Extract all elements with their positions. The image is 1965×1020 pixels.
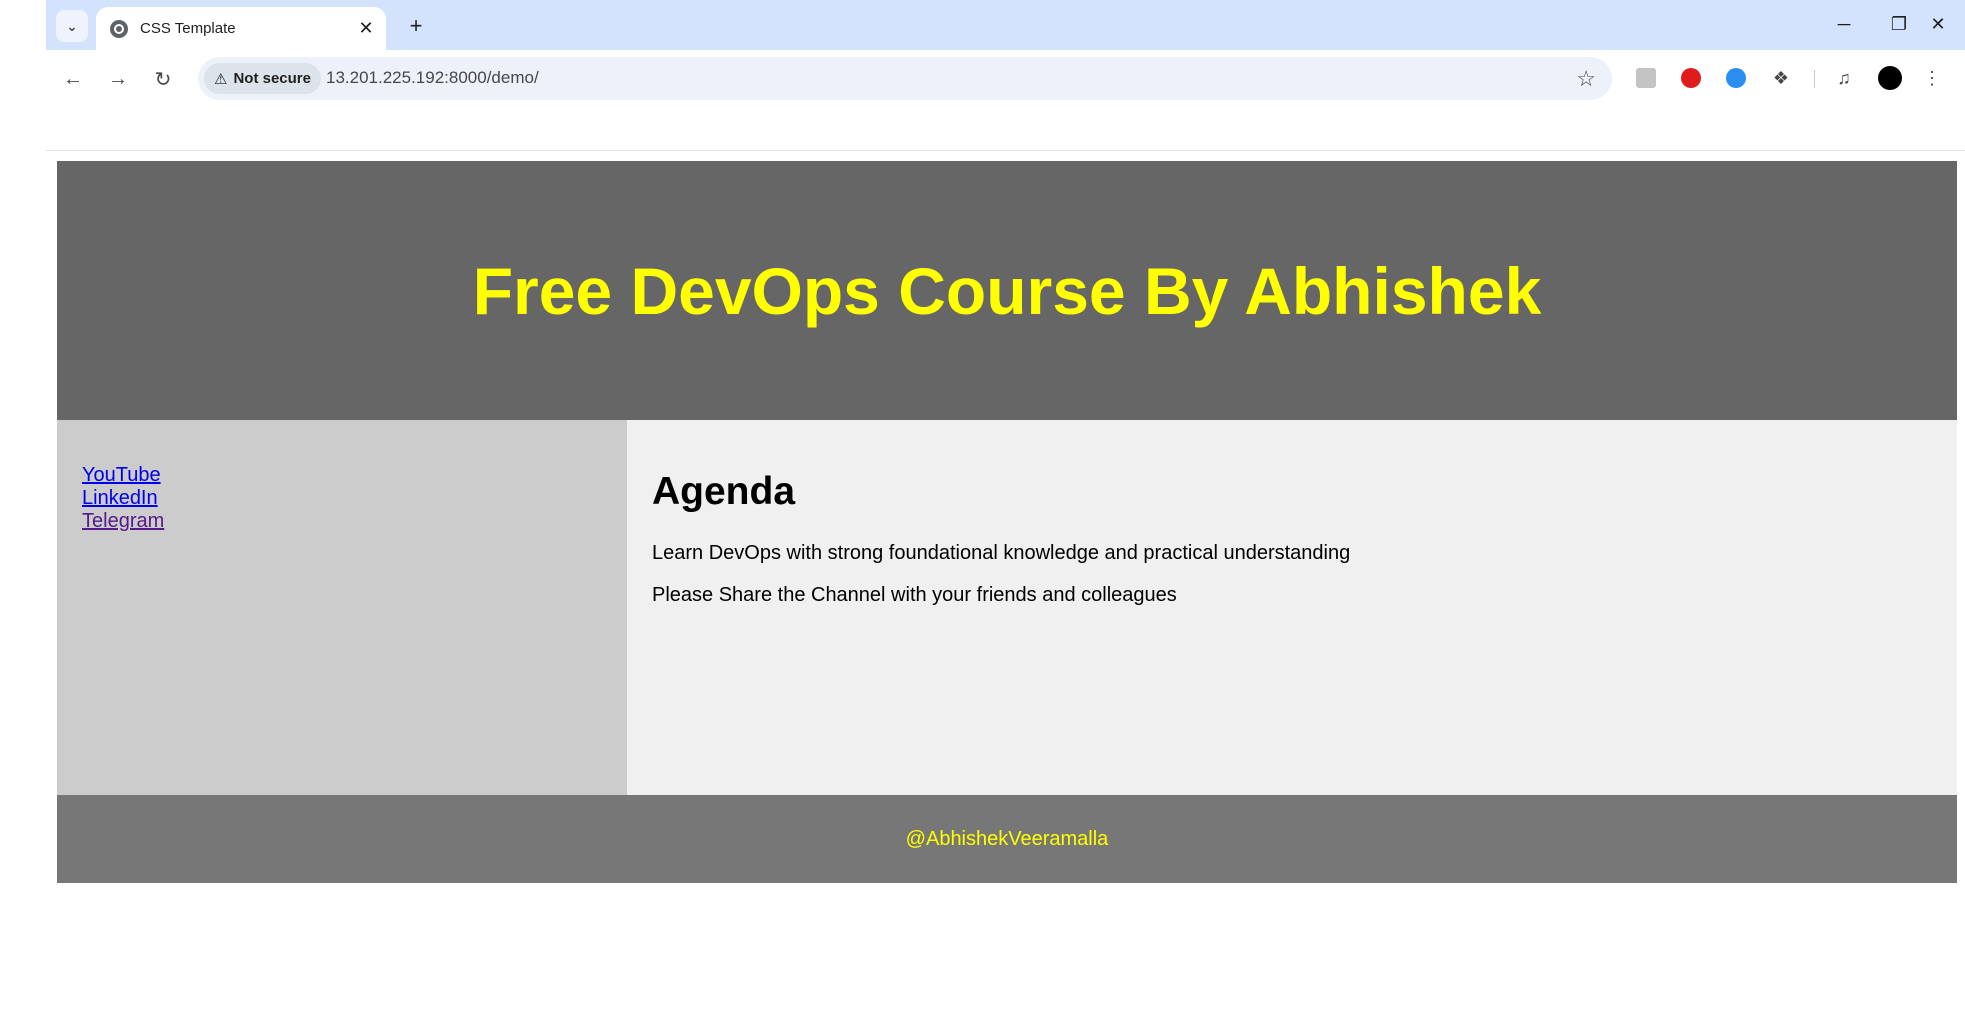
- browser-toolbar: ← → ↻ ⚠ Not secure 13.201.225.192:8000/d…: [46, 50, 1965, 108]
- extension-icon-red[interactable]: [1677, 64, 1705, 92]
- extensions-puzzle-icon[interactable]: ❖: [1767, 64, 1795, 92]
- address-bar[interactable]: ⚠ Not secure 13.201.225.192:8000/demo/ ☆: [198, 57, 1612, 100]
- extension-icon-gray[interactable]: [1632, 64, 1660, 92]
- media-controls-icon[interactable]: ♫: [1830, 64, 1858, 92]
- telegram-link[interactable]: Telegram: [82, 510, 602, 533]
- new-tab-plus-icon[interactable]: +: [400, 10, 432, 42]
- toolbar-divider: [46, 150, 1965, 151]
- globe-icon: [110, 19, 128, 38]
- page-header: Free DevOps Course By Abhishek: [57, 161, 1957, 420]
- extension-icon-blue[interactable]: [1722, 64, 1750, 92]
- browser-window: ⌄ CSS Template ✕ + ─ ❐ ✕ ← → ↻ ⚠ Not sec…: [46, 0, 1965, 153]
- linkedin-link[interactable]: LinkedIn: [82, 487, 602, 510]
- close-tab-icon[interactable]: ✕: [352, 18, 380, 39]
- profile-avatar[interactable]: [1876, 64, 1904, 92]
- footer-handle: @AbhishekVeeramalla: [905, 827, 1109, 850]
- reload-icon[interactable]: ↻: [146, 62, 180, 96]
- url-text[interactable]: 13.201.225.192:8000/demo/: [326, 68, 539, 88]
- agenda-paragraph-1: Learn DevOps with strong foundational kn…: [652, 542, 1351, 564]
- main-section: YouTube LinkedIn Telegram Agenda Learn D…: [57, 420, 1957, 795]
- minimize-icon[interactable]: ─: [1824, 8, 1864, 40]
- tab-title: CSS Template: [140, 20, 236, 37]
- toolbar-separator: [1814, 70, 1815, 88]
- tab-search-chevron-icon[interactable]: ⌄: [56, 10, 88, 42]
- close-window-icon[interactable]: ✕: [1918, 8, 1958, 40]
- kebab-menu-icon[interactable]: ⋮: [1918, 64, 1946, 92]
- page-title: Free DevOps Course By Abhishek: [472, 253, 1542, 328]
- agenda-heading: Agenda: [652, 470, 796, 513]
- page-footer: @AbhishekVeeramalla: [57, 795, 1957, 883]
- page-body: Free DevOps Course By Abhishek YouTube L…: [57, 161, 1957, 883]
- back-arrow-icon[interactable]: ←: [56, 62, 90, 96]
- tab-css-template[interactable]: CSS Template ✕: [96, 7, 386, 50]
- forward-arrow-icon[interactable]: →: [101, 62, 135, 96]
- sidebar-nav: YouTube LinkedIn Telegram: [57, 420, 627, 795]
- warning-triangle-icon: ⚠: [214, 70, 228, 88]
- content-article: Agenda Learn DevOps with strong foundati…: [627, 420, 1957, 795]
- restore-icon[interactable]: ❐: [1879, 8, 1919, 40]
- tab-strip: ⌄ CSS Template ✕ + ─ ❐ ✕: [46, 0, 1965, 50]
- bookmark-star-icon[interactable]: ☆: [1576, 66, 1596, 92]
- agenda-paragraph-2: Please Share the Channel with your frien…: [652, 584, 1177, 606]
- security-label: Not secure: [233, 70, 311, 87]
- youtube-link[interactable]: YouTube: [82, 464, 602, 487]
- site-info-chip[interactable]: ⚠ Not secure: [204, 63, 321, 94]
